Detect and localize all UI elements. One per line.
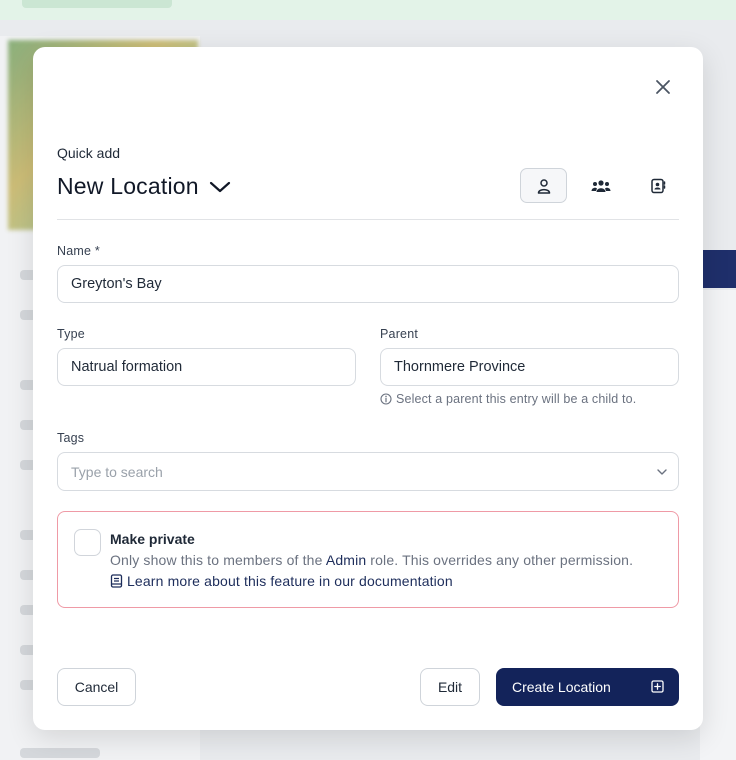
chevron-down-icon bbox=[657, 469, 667, 475]
tags-label: Tags bbox=[57, 431, 85, 445]
tags-placeholder: Type to search bbox=[71, 463, 163, 480]
entity-switcher bbox=[520, 168, 681, 203]
documentation-link[interactable]: Learn more about this feature in our doc… bbox=[110, 573, 453, 589]
parent-help-text: Select a parent this entry will be a chi… bbox=[380, 392, 636, 406]
documentation-link-label: Learn more about this feature in our doc… bbox=[127, 573, 453, 589]
type-label: Type bbox=[57, 327, 85, 341]
parent-label: Parent bbox=[380, 327, 419, 341]
users-icon bbox=[591, 179, 610, 192]
admin-role-text: Admin bbox=[325, 552, 367, 568]
make-private-label: Make private bbox=[110, 531, 195, 547]
dialog-title: New Location bbox=[57, 173, 199, 199]
info-icon bbox=[380, 393, 392, 405]
edit-button[interactable]: Edit bbox=[420, 668, 480, 706]
entity-organisation-button[interactable] bbox=[577, 168, 624, 203]
tags-select[interactable]: Type to search bbox=[57, 452, 679, 491]
name-input[interactable] bbox=[57, 265, 679, 303]
entity-note-button[interactable] bbox=[634, 168, 681, 203]
privacy-panel: Make private Only show this to members o… bbox=[57, 511, 679, 608]
background-topbar bbox=[0, 0, 736, 20]
header-divider bbox=[57, 219, 679, 220]
chevron-down-icon bbox=[209, 181, 230, 192]
cancel-button[interactable]: Cancel bbox=[57, 668, 136, 706]
dialog-subtitle: Quick add bbox=[57, 145, 121, 161]
create-location-button[interactable]: Create Location bbox=[496, 668, 679, 706]
book-icon bbox=[110, 574, 123, 588]
plus-square-icon bbox=[651, 680, 664, 693]
make-private-description: Only show this to members of the Admin r… bbox=[110, 552, 634, 568]
create-location-label: Create Location bbox=[512, 679, 611, 695]
background-header-bar bbox=[700, 250, 736, 288]
user-icon bbox=[537, 178, 550, 194]
name-label: Name * bbox=[57, 244, 100, 258]
close-button[interactable] bbox=[652, 76, 674, 98]
contact-card-icon bbox=[650, 178, 665, 193]
make-private-checkbox[interactable] bbox=[74, 529, 101, 556]
entity-character-button[interactable] bbox=[520, 168, 567, 203]
background-main bbox=[700, 290, 736, 760]
parent-input[interactable] bbox=[380, 348, 679, 386]
parent-help-label: Select a parent this entry will be a chi… bbox=[396, 392, 637, 406]
entity-type-dropdown[interactable]: New Location bbox=[57, 173, 231, 200]
type-input[interactable] bbox=[57, 348, 356, 386]
close-icon bbox=[656, 80, 670, 94]
quick-add-dialog: Quick add New Location Name * Greyton's … bbox=[33, 47, 703, 730]
